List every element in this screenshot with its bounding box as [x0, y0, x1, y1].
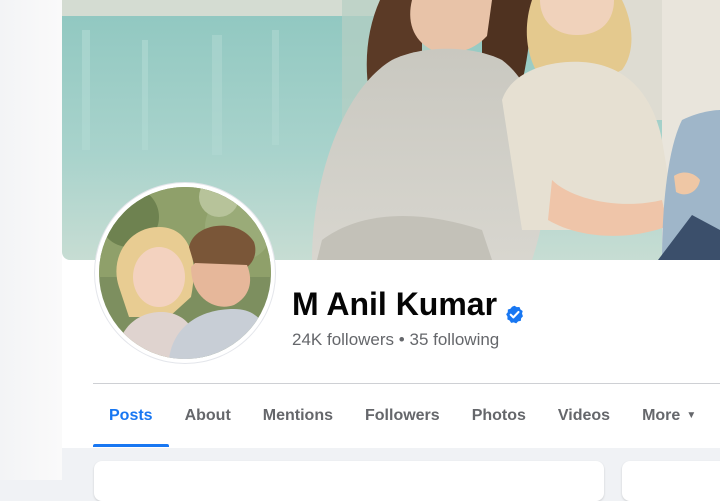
caret-down-icon: ▼ [686, 410, 697, 421]
tab-videos-label: Videos [557, 406, 611, 424]
follow-stats: 24K followers • 35 following [292, 330, 499, 350]
profile-avatar[interactable] [95, 183, 275, 363]
verified-badge-icon [505, 295, 524, 324]
tab-posts[interactable]: Posts [93, 384, 169, 447]
intro-card [94, 461, 604, 501]
left-background [0, 0, 62, 480]
tab-mentions-label: Mentions [262, 406, 333, 424]
profile-name-heading: M Anil Kumar [292, 286, 524, 324]
tab-posts-label: Posts [109, 406, 153, 424]
tab-photos-label: Photos [471, 406, 526, 424]
tab-more-label: More [642, 406, 681, 424]
tab-followers[interactable]: Followers [349, 384, 456, 447]
tab-followers-label: Followers [365, 406, 440, 424]
profile-name: M Anil Kumar [292, 286, 498, 322]
side-card [622, 461, 720, 501]
tab-about[interactable]: About [169, 384, 247, 447]
tab-photos[interactable]: Photos [456, 384, 542, 447]
profile-tabs: Posts About Mentions Followers Photos Vi… [93, 384, 712, 447]
followers-link[interactable]: 24K followers [292, 330, 394, 349]
tab-mentions[interactable]: Mentions [247, 384, 349, 447]
tab-videos[interactable]: Videos [542, 384, 626, 447]
tab-about-label: About [184, 406, 231, 424]
stats-separator: • [398, 330, 405, 349]
following-link[interactable]: 35 following [409, 330, 499, 349]
tab-more[interactable]: More ▼ [626, 384, 712, 447]
